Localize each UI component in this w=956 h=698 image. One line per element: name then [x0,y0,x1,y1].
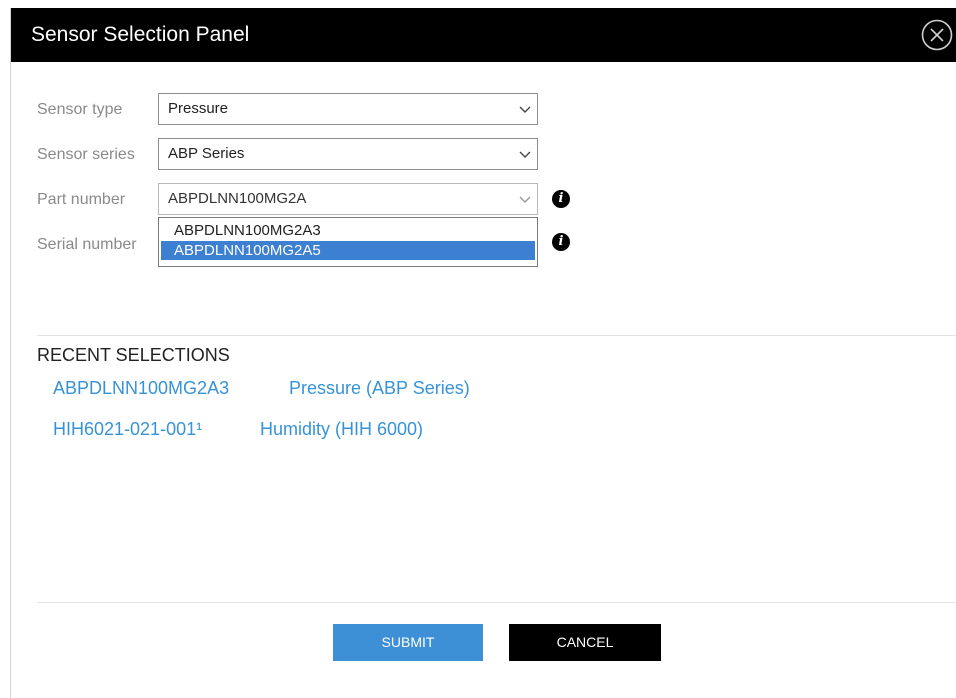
chevron-down-icon [519,151,531,158]
part-number-label: Part number [37,191,126,208]
recent-item-category-link[interactable]: Humidity (HIH 6000) [260,418,423,440]
close-icon[interactable] [921,19,953,51]
recent-item-category-link[interactable]: Pressure (ABP Series) [289,377,470,399]
recent-item-part-link[interactable]: HIH6021-021-001¹ [53,418,202,440]
cancel-button[interactable]: CANCEL [509,624,661,661]
part-number-info-icon[interactable]: i [552,190,570,208]
recent-item-part-link[interactable]: ABPDLNN100MG2A3 [53,377,229,399]
sensor-type-label: Sensor type [37,101,123,118]
dropdown-option[interactable]: ABPDLNN100MG2A3 [161,221,535,240]
dropdown-option-highlighted[interactable]: ABPDLNN100MG2A5 [161,241,535,260]
submit-button[interactable]: SUBMIT [333,624,483,661]
chevron-down-icon [519,106,531,113]
chevron-down-icon [519,196,531,203]
serial-number-info-icon[interactable]: i [552,233,570,251]
sensor-series-label: Sensor series [37,146,135,163]
sensor-type-select[interactable]: Pressure [158,93,538,125]
part-number-dropdown: ABPDLNN100MG2A3 ABPDLNN100MG2A5 [158,217,538,267]
serial-number-label: Serial number [37,236,137,253]
recent-selections-heading: RECENT SELECTIONS [37,345,230,365]
sensor-series-value: ABP Series [168,145,245,162]
sensor-type-value: Pressure [168,100,229,117]
part-number-value: ABPDLNN100MG2A [168,190,307,207]
title-bar: Sensor Selection Panel [11,8,956,62]
panel-title: Sensor Selection Panel [31,23,250,46]
divider [37,602,956,603]
divider [37,335,956,336]
sensor-series-select[interactable]: ABP Series [158,138,538,170]
sensor-selection-panel: Sensor Selection Panel Sensor type Press… [10,8,956,698]
part-number-select[interactable]: ABPDLNN100MG2A [158,183,538,215]
